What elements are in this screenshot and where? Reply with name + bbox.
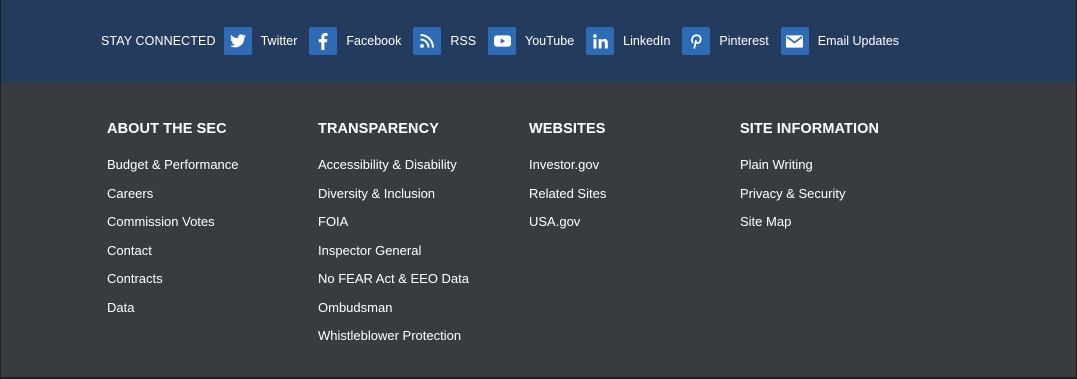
social-link-youtube[interactable]: YouTube [488,27,574,55]
list-item: Diversity & Inclusion [318,186,529,216]
list-item: Contracts [107,272,318,301]
footer-link-diversity[interactable]: Diversity & Inclusion [318,186,435,201]
email-updates-label: Email Updates [817,34,900,48]
social-link-linkedin[interactable]: LinkedIn [586,27,670,55]
list-item: Budget & Performance [107,158,318,187]
list-item: Contact [107,243,318,273]
footer-link-budget-performance[interactable]: Budget & Performance [107,157,239,172]
stay-connected-label: STAY CONNECTED [101,34,216,48]
footer-link-site-map[interactable]: Site Map [740,214,791,229]
link-list: Investor.gov Related Sites USA.gov [529,158,740,244]
facebook-icon [309,27,338,55]
list-item: Data [107,300,318,330]
social-link-rss[interactable]: RSS [413,27,476,55]
list-item: FOIA [318,215,529,244]
footer-link-foia[interactable]: FOIA [318,214,348,229]
list-item: Site Map [740,215,951,244]
list-item: Accessibility & Disability [318,158,529,187]
social-link-facebook[interactable]: Facebook [309,27,401,55]
link-list: Accessibility & Disability Diversity & I… [318,158,529,358]
stay-connected-bar: STAY CONNECTED Twitter Facebook RSS YouT… [1,0,1076,82]
footer-link-whistleblower[interactable]: Whistleblower Protection [318,328,461,343]
footer-link-columns: ABOUT THE SEC Budget & Performance Caree… [107,121,951,358]
link-list: Budget & Performance Careers Commission … [107,158,318,329]
link-list: Plain Writing Privacy & Security Site Ma… [740,158,951,244]
column-title: WEBSITES [529,121,606,137]
footer-link-inspector-general[interactable]: Inspector General [318,243,421,258]
footer-link-commission-votes[interactable]: Commission Votes [107,214,215,229]
footer-link-usa-gov[interactable]: USA.gov [529,214,580,229]
youtube-icon [488,27,517,55]
footer-column-site-information: SITE INFORMATION Plain Writing Privacy &… [740,121,951,358]
footer-link-accessibility[interactable]: Accessibility & Disability [318,157,457,172]
twitter-icon [223,27,252,55]
list-item: Plain Writing [740,158,951,187]
footer-link-contracts[interactable]: Contracts [107,271,163,286]
pinterest-label: Pinterest [719,34,769,48]
footer-link-contact[interactable]: Contact [107,243,152,258]
footer-link-careers[interactable]: Careers [107,186,153,201]
list-item: Commission Votes [107,215,318,244]
twitter-label: Twitter [260,34,298,48]
list-item: Related Sites [529,186,740,216]
footer-link-privacy-security[interactable]: Privacy & Security [740,186,845,201]
list-item: Whistleblower Protection [318,329,529,358]
site-footer: STAY CONNECTED Twitter Facebook RSS YouT… [0,0,1077,379]
email-icon [780,27,809,55]
list-item: Ombudsman [318,300,529,330]
list-item: No FEAR Act & EEO Data [318,272,529,301]
column-title: ABOUT THE SEC [107,121,227,137]
footer-link-investor-gov[interactable]: Investor.gov [529,157,599,172]
footer-link-ombudsman[interactable]: Ombudsman [318,300,392,315]
linkedin-icon [586,27,615,55]
list-item: Inspector General [318,243,529,273]
list-item: Privacy & Security [740,186,951,216]
list-item: Investor.gov [529,158,740,187]
column-title: SITE INFORMATION [740,121,880,137]
pinterest-icon [682,27,711,55]
column-title: TRANSPARENCY [318,121,439,137]
footer-column-about: ABOUT THE SEC Budget & Performance Caree… [107,121,318,358]
youtube-label: YouTube [525,34,575,48]
footer-column-websites: WEBSITES Investor.gov Related Sites USA.… [529,121,740,358]
footer-link-related-sites[interactable]: Related Sites [529,186,606,201]
footer-link-data[interactable]: Data [107,300,134,315]
footer-link-no-fear-act[interactable]: No FEAR Act & EEO Data [318,271,469,286]
facebook-label: Facebook [346,34,402,48]
footer-link-plain-writing[interactable]: Plain Writing [740,157,813,172]
linkedin-label: LinkedIn [623,34,671,48]
social-link-email-updates[interactable]: Email Updates [780,27,900,55]
list-item: USA.gov [529,215,740,244]
social-link-twitter[interactable]: Twitter [223,27,298,55]
list-item: Careers [107,186,318,216]
footer-column-transparency: TRANSPARENCY Accessibility & Disability … [318,121,529,358]
rss-label: RSS [450,34,477,48]
social-link-pinterest[interactable]: Pinterest [682,27,769,55]
rss-icon [413,27,442,55]
